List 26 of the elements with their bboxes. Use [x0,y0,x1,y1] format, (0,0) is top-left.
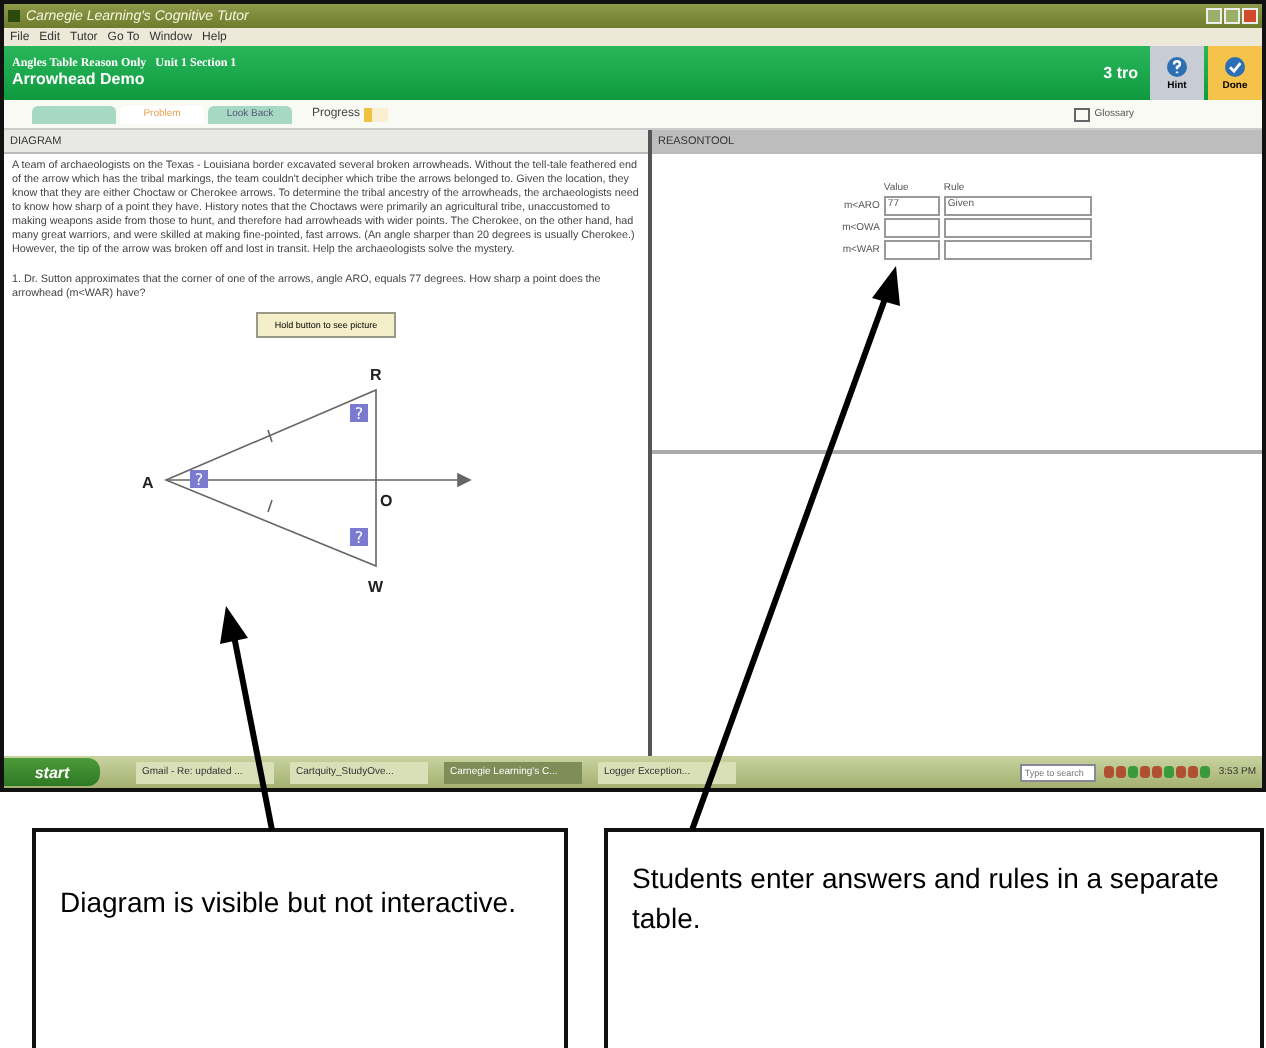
question-mark-icon: ? [190,470,208,490]
app-icon [8,10,20,22]
point-label: O [380,492,393,511]
start-button[interactable]: start [4,758,100,786]
question-mark-icon: ? [350,404,368,424]
book-icon [1074,107,1091,121]
callout-box: Students enter answers and rules in a separate table. [604,828,1264,1048]
callout-box: Diagram is visible but not interactive. [32,828,568,1048]
value-field[interactable] [883,218,940,238]
point-label: A [142,474,154,493]
skill-label: 3 tro [1103,64,1138,82]
point-label: W [368,578,384,597]
value-field[interactable] [883,240,940,260]
question-mark-icon: ? [350,528,368,548]
rule-field[interactable] [943,240,1092,260]
close-button[interactable] [1242,8,1258,24]
rule-field[interactable] [943,218,1092,238]
point-label: R [370,366,382,385]
tray-icons-drawing [1104,766,1211,778]
maximize-button[interactable] [1224,8,1240,24]
check-icon [1224,55,1246,77]
lesson-title: Arrowhead Demo [12,70,147,88]
question-icon [1166,55,1188,77]
tab[interactable] [32,105,116,123]
progress-bar [364,107,389,121]
minimize-button[interactable] [1206,8,1222,24]
